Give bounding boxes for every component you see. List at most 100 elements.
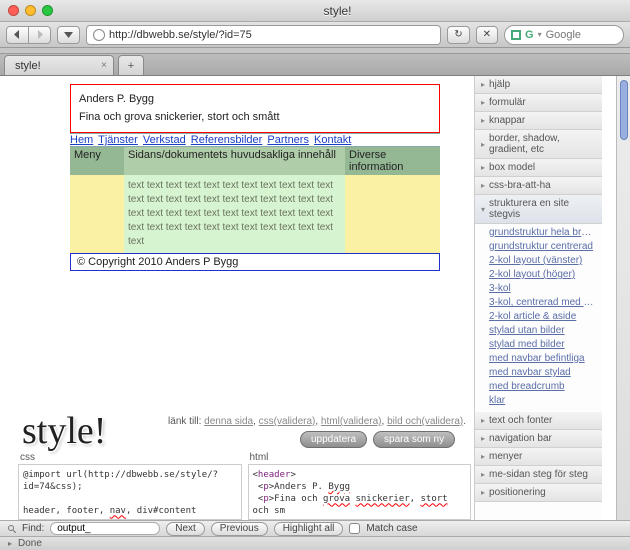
acc-link[interactable]: 2-kol layout (vänster) [489,255,594,266]
acc-header[interactable]: ▸box model [475,159,602,177]
find-prev-button[interactable]: Previous [211,522,268,536]
nav-kontakt[interactable]: Kontakt [314,134,351,146]
acc-link[interactable]: 2-kol layout (höger) [489,269,594,280]
close-window-button[interactable] [8,5,19,16]
acc-header[interactable]: ▸ formulär [475,94,602,112]
link-html-validera[interactable]: html(validera) [321,416,382,427]
acc-label: css-bra-att-ha [489,180,551,191]
disclosure-icon: ▸ [481,488,485,497]
preview-footer: © Copyright 2010 Anders P Bygg [70,253,440,271]
acc-label: strukturera en site stegvis [489,198,596,220]
disclosure-icon: ▸ [481,470,485,479]
new-tab-button[interactable]: + [118,55,144,75]
acc-link[interactable]: 3-kol [489,283,594,294]
css-editor[interactable]: @import url(http://dbwebb.se/style/?id=7… [18,464,242,520]
acc-header[interactable]: ▸hjälp [475,76,602,94]
html-editor[interactable]: <header> <p>Anders P. Bygg <p>Fina och g… [248,464,472,520]
accordion-sidebar: ▸hjälp▸formulär▸knappar▸border, shadow, … [474,76,602,520]
url-bar[interactable]: http://dbwebb.se/style/?id=75 [86,25,441,45]
acc-header[interactable]: ▸ me-sidan steg för steg [475,466,602,484]
reload-button[interactable]: ↻ [447,26,469,44]
preview-tagline: Fina och grova snickerier, stort och små… [79,109,431,127]
site-preview: Anders P. Bygg Fina och grova snickerier… [70,84,440,271]
acc-label: knappar [489,115,525,126]
html-pane-label: html [248,451,472,464]
acc-body: grundstruktur hela bredden grundstruktur … [475,224,602,412]
update-button[interactable]: uppdatera [300,431,367,448]
match-case-label: Match case [366,523,417,534]
acc-link[interactable]: 2-kol article & aside [489,311,594,322]
acc-header[interactable]: ▸positionering [475,484,602,502]
vertical-scrollbar[interactable] [616,76,630,520]
google-icon [511,30,521,40]
acc-header[interactable]: ▸ css-bra-att-ha [475,177,602,195]
acc-link[interactable]: med navbar stylad [489,367,594,378]
status-bar: ▸ Done [0,536,630,550]
disclosure-icon: ▸ [481,434,485,443]
disclosure-icon: ▸ [481,452,485,461]
app-logo: style! [22,409,106,453]
acc-link[interactable]: med breadcrumb [489,381,594,392]
preview-nav: Hem Tjänster Verkstad Referensbilder Par… [70,133,440,147]
status-text: Done [18,538,42,549]
disclosure-icon: ▸ [481,163,485,172]
link-css-validera[interactable]: css(validera) [259,416,316,427]
link-denna-sida[interactable]: denna sida [204,416,253,427]
find-next-button[interactable]: Next [166,522,205,536]
minimize-window-button[interactable] [25,5,36,16]
back-button[interactable] [6,26,29,44]
col-label-meny: Meny [70,147,124,175]
recent-pages-button[interactable] [57,26,80,44]
forward-button[interactable] [29,26,51,44]
disclosure-icon: ▸ [481,98,485,107]
acc-link[interactable]: 3-kol, centrerad med px [489,297,594,308]
page-viewport: Anders P. Bygg Fina och grova snickerier… [0,76,630,520]
disclosure-icon: ▸ [481,80,485,89]
acc-header[interactable]: ▸navigation bar [475,430,602,448]
acc-link[interactable]: med navbar befintliga [489,353,594,364]
status-disclosure-icon[interactable]: ▸ [8,539,12,548]
acc-label: text och fonter [489,415,552,426]
zoom-window-button[interactable] [42,5,53,16]
acc-link[interactable]: grundstruktur hela bredden [489,227,594,238]
col-meny [70,175,124,253]
linkline-suffix: . [463,416,466,427]
acc-label: formulär [489,97,526,108]
scroll-thumb[interactable] [620,80,628,140]
disclosure-icon: ▸ [481,181,485,190]
nav-partners[interactable]: Partners [267,134,309,146]
acc-header[interactable]: ▸menyer [475,448,602,466]
save-as-new-button[interactable]: spara som ny [373,431,455,448]
acc-header[interactable]: ▸border, shadow, gradient, etc [475,130,602,159]
globe-icon [93,29,105,41]
search-field[interactable]: G ▾ Google [504,25,624,45]
col-label-main: Sidans/dokumentets huvudsakliga innehåll [124,147,345,175]
acc-header[interactable]: ▸text och fonter [475,412,602,430]
match-case-checkbox[interactable] [349,523,360,534]
preview-body: text text text text text text text text … [70,175,440,253]
find-input[interactable] [50,522,160,535]
stop-button[interactable]: ✕ [476,26,498,44]
acc-link[interactable]: stylad utan bilder [489,325,594,336]
acc-link[interactable]: grundstruktur centrerad [489,241,594,252]
osx-titlebar: style! [0,0,630,22]
css-pane-label: css [18,451,242,464]
nav-hem[interactable]: Hem [70,134,93,146]
acc-link[interactable]: klar [489,395,594,406]
nav-referensbilder[interactable]: Referensbilder [191,134,263,146]
col-info [345,175,440,253]
nav-verkstad[interactable]: Verkstad [143,134,186,146]
tab-bar: style! × + [0,54,630,76]
highlight-all-button[interactable]: Highlight all [274,522,344,536]
close-tab-icon[interactable]: × [101,60,107,71]
acc-label: me-sidan steg för steg [489,469,588,480]
link-bild-validera[interactable]: bild och(validera) [387,416,463,427]
nav-tjanster[interactable]: Tjänster [98,134,138,146]
acc-header[interactable]: ▾strukturera en site stegvis [475,195,602,224]
col-label-info: Diverse information [345,147,440,175]
preview-brand: Anders P. Bygg [79,91,431,109]
code-panes: css @import url(http://dbwebb.se/style/?… [18,451,471,520]
tab-style[interactable]: style! × [4,55,114,75]
acc-link[interactable]: stylad med bilder [489,339,594,350]
acc-header[interactable]: ▸knappar [475,112,602,130]
